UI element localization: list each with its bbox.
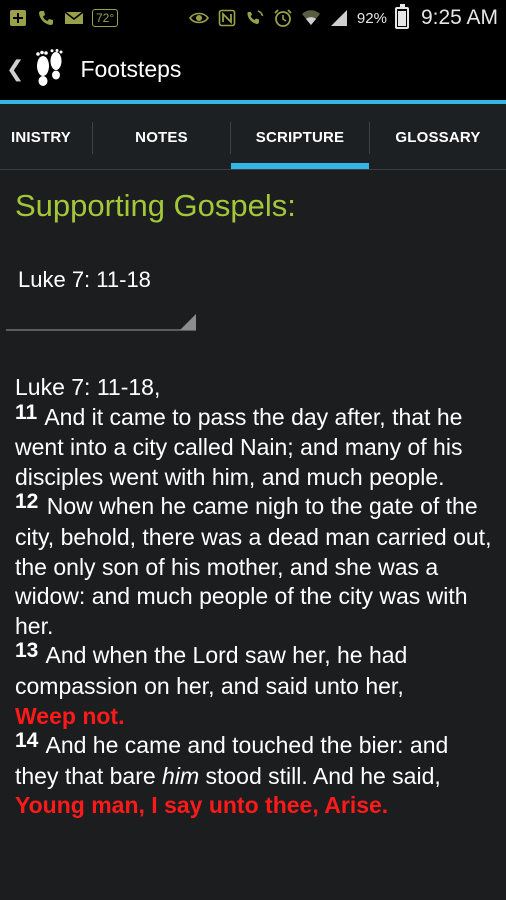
battery-percent: 92% xyxy=(356,9,387,27)
verse-number: 12 xyxy=(15,490,39,514)
verse-text: Now when he came nigh to the gate of the… xyxy=(15,493,492,639)
tab-label: INISTRY xyxy=(10,128,72,146)
words-of-christ: Weep not. xyxy=(15,702,125,729)
section-title: Supporting Gospels: xyxy=(15,188,296,223)
clock: 9:25 AM xyxy=(420,6,498,29)
verse-italic-text: him xyxy=(162,762,200,789)
verse: 14 And he came and touched the bier: and… xyxy=(15,729,495,821)
words-of-christ: Young man, I say unto thee, Arise. xyxy=(15,792,389,819)
verse-number: 14 xyxy=(15,729,39,753)
verse-text: stood still. And he said, xyxy=(205,762,441,789)
battery-icon xyxy=(394,4,409,29)
spinner-underline xyxy=(6,329,196,331)
tab-scripture[interactable]: SCRIPTURE xyxy=(231,104,369,169)
status-left: 72° xyxy=(8,8,119,28)
scripture-content[interactable]: Supporting Gospels: Luke 7: 11-18 Luke 7… xyxy=(0,170,506,900)
nfc-icon xyxy=(217,8,237,28)
signal-icon xyxy=(329,8,349,28)
add-icon xyxy=(8,8,28,28)
phone-icon xyxy=(36,8,56,28)
verse-text: And when the Lord saw her, he had compas… xyxy=(15,642,408,699)
tab-ministry[interactable]: INISTRY xyxy=(0,104,92,169)
app-title: Footsteps xyxy=(80,55,182,82)
action-bar[interactable]: ❮ Footsteps xyxy=(0,36,506,102)
gospel-spinner[interactable]: Luke 7: 11-18 xyxy=(6,252,196,332)
spinner-value: Luke 7: 11-18 xyxy=(18,267,151,292)
up-caret-icon[interactable]: ❮ xyxy=(6,56,24,82)
spinner-arrow-icon xyxy=(180,314,196,330)
verse: 12 Now when he came nigh to the gate of … xyxy=(15,490,495,641)
tab-strip: INISTRY NOTES SCRIPTURE GLOSSARY xyxy=(0,104,506,170)
verse: 11 And it came to pass the day after, th… xyxy=(15,400,495,493)
footprints-icon[interactable] xyxy=(32,49,66,89)
tab-label: NOTES xyxy=(135,128,188,146)
wifi-icon xyxy=(301,8,321,28)
passage-text: Luke 7: 11-18, 11 And it came to pass th… xyxy=(15,373,495,821)
wifi-calling-icon xyxy=(245,8,265,28)
tab-label: GLOSSARY xyxy=(395,128,481,146)
tab-glossary[interactable]: GLOSSARY xyxy=(370,104,506,169)
status-right: 92% 9:25 AM xyxy=(188,4,498,30)
tab-selected-indicator xyxy=(231,163,369,169)
tab-label: SCRIPTURE xyxy=(255,128,345,146)
temperature-icon: 72° xyxy=(92,9,119,27)
verse-number: 13 xyxy=(15,639,39,663)
eye-icon xyxy=(188,8,209,28)
mail-icon xyxy=(64,8,84,28)
verse: 13 And when the Lord saw her, he had com… xyxy=(15,639,495,731)
verse-text: And it came to pass the day after, that … xyxy=(15,403,463,490)
battery-fill xyxy=(397,11,406,26)
verse-number: 11 xyxy=(15,400,38,424)
alarm-icon xyxy=(273,8,293,28)
status-bar: 72° 92% 9:25 AM xyxy=(0,0,506,36)
tab-notes[interactable]: NOTES xyxy=(93,104,230,169)
passage-heading: Luke 7: 11-18, xyxy=(15,374,161,400)
